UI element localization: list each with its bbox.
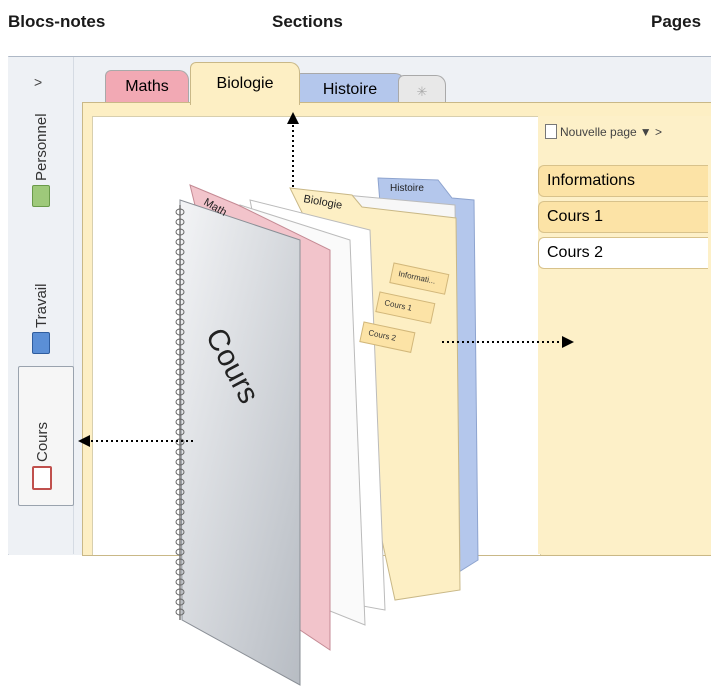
- binder-cover: [179, 199, 301, 686]
- tab-biologie[interactable]: Biologie: [190, 62, 300, 105]
- tab-label: Biologie: [216, 75, 274, 92]
- binder-tab-histoire: Histoire: [390, 183, 424, 194]
- binder-illustration: Math Biologie Histoire Cours Informati..…: [78, 112, 574, 686]
